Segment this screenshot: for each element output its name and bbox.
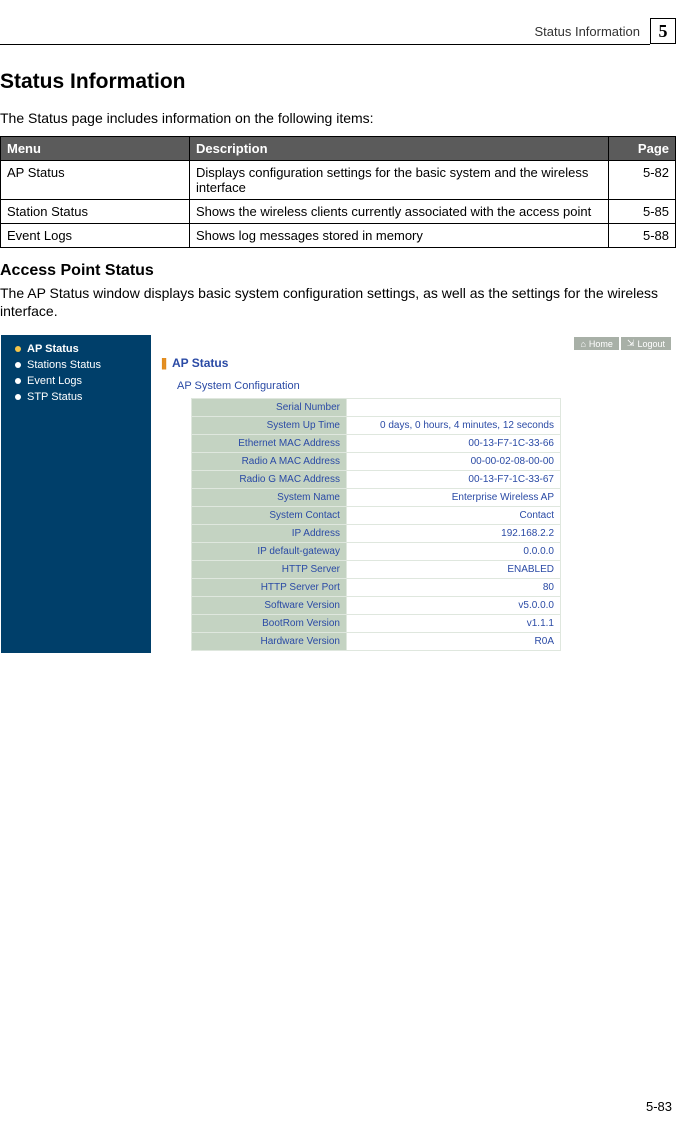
config-row: BootRom Versionv1.1.1 (192, 615, 561, 633)
config-row: Hardware VersionR0A (192, 633, 561, 651)
content-panel: ⌂ Home ⇲ Logout ||| AP Status AP System … (151, 335, 675, 653)
config-value: Enterprise Wireless AP (346, 489, 560, 507)
config-row: HTTP ServerENABLED (192, 561, 561, 579)
th-page: Page (608, 137, 676, 161)
sidebar: AP Status Stations Status Event Logs STP St… (1, 335, 151, 653)
panel-marker-icon: ||| (161, 356, 165, 370)
sidebar-item[interactable]: Event Logs (1, 373, 151, 389)
subsection-title: Access Point Status (0, 262, 676, 280)
cell-page: 5-82 (608, 161, 676, 200)
config-row: Radio G MAC Address00-13-F7-1C-33-67 (192, 471, 561, 489)
config-value: Contact (346, 507, 560, 525)
cell-desc: Shows the wireless clients currently ass… (190, 200, 609, 224)
home-button[interactable]: ⌂ Home (574, 337, 618, 350)
sidebar-item-label: Event Logs (27, 375, 82, 387)
bullet-icon (15, 346, 21, 352)
page-number: 5-83 (646, 1099, 672, 1114)
config-value (346, 399, 560, 417)
config-value: v1.1.1 (346, 615, 560, 633)
header-divider (0, 44, 650, 45)
logout-icon: ⇲ (627, 338, 635, 349)
config-label: Hardware Version (192, 633, 347, 651)
page-title: Status Information (0, 70, 676, 94)
chapter-number-box: 5 (650, 18, 676, 44)
cell-page: 5-88 (608, 224, 676, 248)
config-value: 80 (346, 579, 560, 597)
config-row: System Up Time0 days, 0 hours, 4 minutes… (192, 417, 561, 435)
config-row: Radio A MAC Address00-00-02-08-00-00 (192, 453, 561, 471)
config-label: Ethernet MAC Address (192, 435, 347, 453)
config-row: Ethernet MAC Address00-13-F7-1C-33-66 (192, 435, 561, 453)
config-value: v5.0.0.0 (346, 597, 560, 615)
config-label: HTTP Server Port (192, 579, 347, 597)
config-row: System ContactContact (192, 507, 561, 525)
sidebar-item-label: AP Status (27, 343, 79, 355)
cell-desc: Displays configuration settings for the … (190, 161, 609, 200)
config-label: BootRom Version (192, 615, 347, 633)
bullet-icon (15, 378, 21, 384)
config-value: 00-00-02-08-00-00 (346, 453, 560, 471)
home-icon: ⌂ (580, 339, 585, 349)
config-row: Software Versionv5.0.0.0 (192, 597, 561, 615)
config-row: HTTP Server Port80 (192, 579, 561, 597)
panel-title: ||| AP Status (151, 352, 675, 378)
config-row: Serial Number (192, 399, 561, 417)
config-row: System NameEnterprise Wireless AP (192, 489, 561, 507)
screenshot-panel: AP Status Stations Status Event Logs STP St… (0, 334, 676, 654)
table-row: Station StatusShows the wireless clients… (1, 200, 676, 224)
header-section: Status Information (535, 24, 641, 39)
sidebar-item[interactable]: Stations Status (1, 357, 151, 373)
bullet-icon (15, 394, 21, 400)
panel-title-text: AP Status (172, 356, 228, 370)
subsection-intro: The AP Status window displays basic syst… (0, 284, 676, 320)
config-label: HTTP Server (192, 561, 347, 579)
config-label: System Up Time (192, 417, 347, 435)
config-value: 00-13-F7-1C-33-67 (346, 471, 560, 489)
table-row: Event LogsShows log messages stored in m… (1, 224, 676, 248)
cell-desc: Shows log messages stored in memory (190, 224, 609, 248)
section-title: AP System Configuration (151, 378, 675, 398)
config-value: ENABLED (346, 561, 560, 579)
config-value: 0 days, 0 hours, 4 minutes, 12 seconds (346, 417, 560, 435)
sidebar-item-label: STP Status (27, 391, 82, 403)
logout-button[interactable]: ⇲ Logout (621, 337, 671, 350)
th-desc: Description (190, 137, 609, 161)
config-value: 00-13-F7-1C-33-66 (346, 435, 560, 453)
cell-page: 5-85 (608, 200, 676, 224)
th-menu: Menu (1, 137, 190, 161)
config-row: IP default-gateway0.0.0.0 (192, 543, 561, 561)
table-row: AP StatusDisplays configuration settings… (1, 161, 676, 200)
sidebar-item[interactable]: STP Status (1, 389, 151, 405)
config-label: IP Address (192, 525, 347, 543)
logout-label: Logout (637, 339, 665, 349)
cell-menu: Event Logs (1, 224, 190, 248)
config-value: R0A (346, 633, 560, 651)
config-value: 0.0.0.0 (346, 543, 560, 561)
menu-table: Menu Description Page AP StatusDisplays … (0, 136, 676, 248)
home-label: Home (589, 339, 613, 349)
intro-text: The Status page includes information on … (0, 110, 676, 126)
config-label: System Name (192, 489, 347, 507)
config-label: Serial Number (192, 399, 347, 417)
config-label: Software Version (192, 597, 347, 615)
config-value: 192.168.2.2 (346, 525, 560, 543)
cell-menu: AP Status (1, 161, 190, 200)
config-label: Radio G MAC Address (192, 471, 347, 489)
bullet-icon (15, 362, 21, 368)
cell-menu: Station Status (1, 200, 190, 224)
config-table: Serial NumberSystem Up Time0 days, 0 hou… (191, 398, 561, 651)
sidebar-item[interactable]: AP Status (1, 341, 151, 357)
config-row: IP Address192.168.2.2 (192, 525, 561, 543)
config-label: Radio A MAC Address (192, 453, 347, 471)
sidebar-item-label: Stations Status (27, 359, 101, 371)
config-label: IP default-gateway (192, 543, 347, 561)
config-label: System Contact (192, 507, 347, 525)
